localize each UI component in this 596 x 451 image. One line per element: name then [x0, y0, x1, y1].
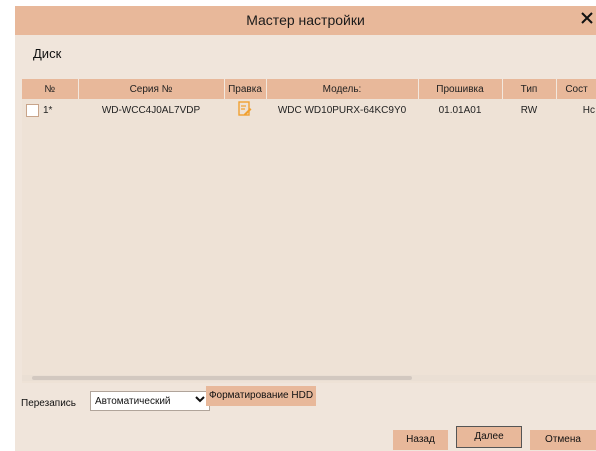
row-type: RW [520, 104, 538, 116]
close-icon-glyph [581, 12, 593, 24]
next-button[interactable]: Далее [456, 426, 522, 448]
row-firmware: 01.01A01 [438, 104, 482, 116]
edit-icon[interactable] [238, 100, 252, 120]
col-header-edit: Правка [224, 79, 267, 99]
back-button[interactable]: Назад [393, 430, 448, 450]
horizontal-scrollbar[interactable] [22, 375, 596, 381]
row-edit-cell [224, 99, 266, 121]
overwrite-select[interactable]: Автоматический [90, 391, 210, 411]
close-icon[interactable] [580, 10, 594, 28]
col-header-serial: Серия № [78, 79, 225, 99]
col-header-state: Сост [556, 79, 596, 99]
edit-icon-glyph [238, 100, 252, 116]
title-bar: Мастер настройки [15, 6, 596, 35]
table-header-row: № Серия № Правка Модель: Прошивка Тип Со… [22, 79, 596, 99]
col-header-model: Модель: [266, 79, 419, 99]
row-checkbox[interactable] [26, 103, 39, 117]
section-label-disk: Диск [33, 46, 62, 61]
setup-wizard-dialog: Мастер настройки Диск № Серия № Правка М… [15, 6, 596, 451]
disk-table: № Серия № Правка Модель: Прошивка Тип Со… [22, 79, 596, 383]
chevron-down-icon-glyph [195, 396, 205, 403]
row-model: WDC WD10PURX-64KC9Y0 [277, 104, 407, 116]
col-header-num: № [22, 79, 79, 99]
scrollbar-thumb[interactable] [32, 376, 412, 380]
chevron-down-icon [195, 393, 205, 407]
cancel-button[interactable]: Отмена [530, 430, 596, 450]
overwrite-select-value: Автоматический [95, 396, 171, 407]
overwrite-label: Перезапись [21, 398, 77, 409]
row-num: 1* [43, 104, 53, 116]
format-hdd-button[interactable]: Форматирование HDD [206, 386, 316, 406]
col-header-type: Тип [502, 79, 557, 99]
row-num-cell: 1* [22, 99, 78, 121]
dialog-title: Мастер настройки [246, 12, 365, 28]
col-header-firmware: Прошивка [418, 79, 503, 99]
row-serial: WD-WCC4J0AL7VDP [101, 104, 201, 116]
table-row[interactable]: 1* WD-WCC4J0AL7VDP WDC WD10PURX-64KC9Y0 … [22, 99, 596, 121]
row-state: Нс [582, 104, 595, 116]
